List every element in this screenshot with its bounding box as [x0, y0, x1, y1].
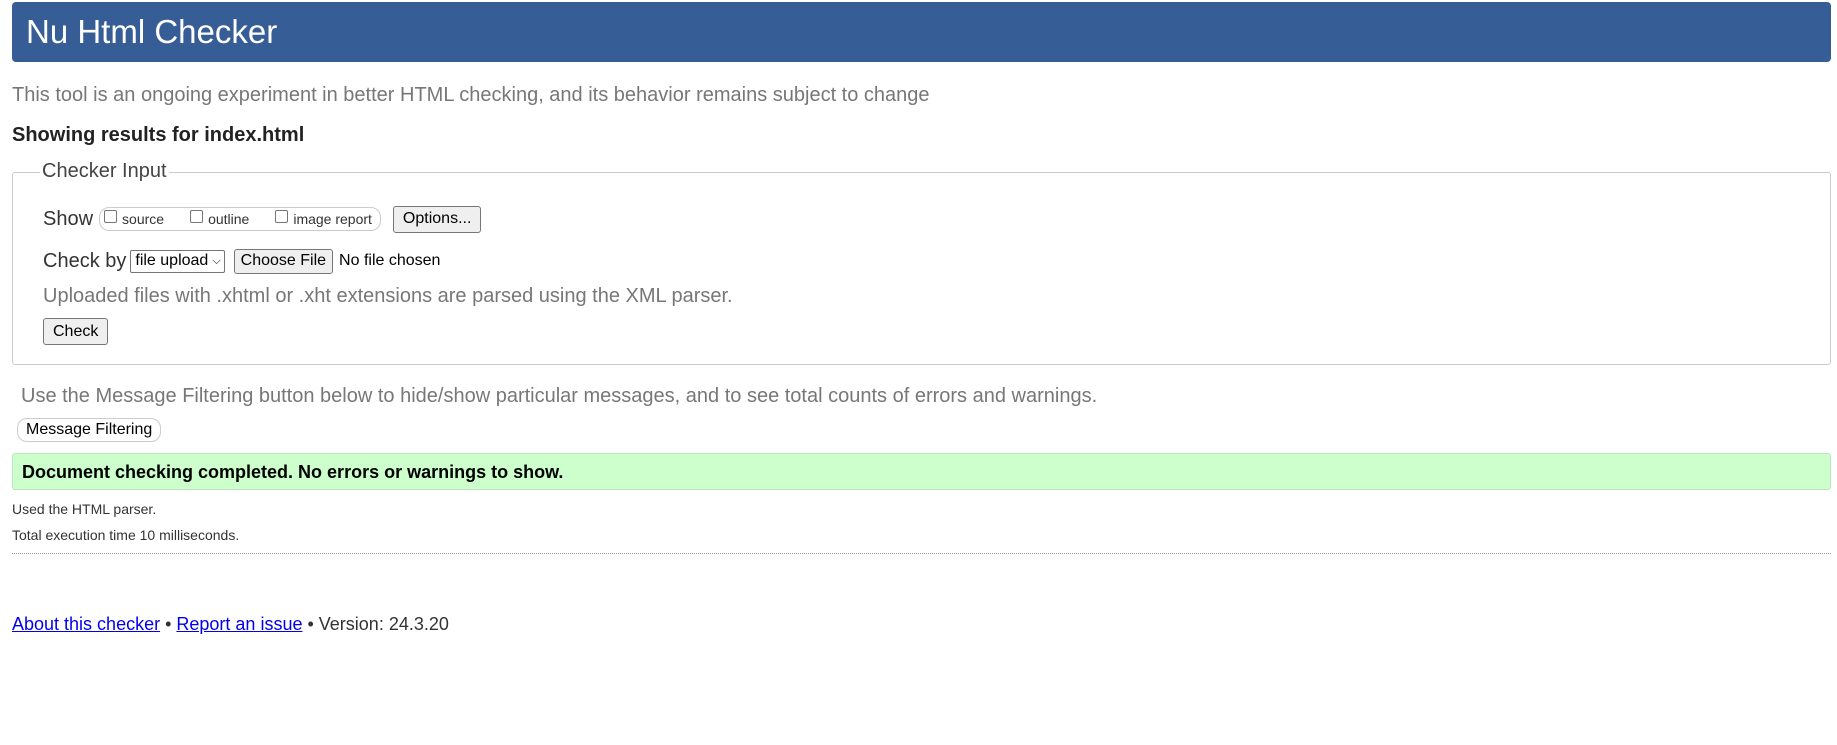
footer-divider: [12, 553, 1831, 554]
about-checker-link[interactable]: About this checker: [12, 614, 160, 635]
parser-info: Used the HTML parser.: [12, 501, 157, 517]
checker-input-legend: Checker Input: [40, 160, 169, 183]
page-title: Nu Html Checker: [26, 13, 278, 50]
intro-text: This tool is an ongoing experiment in be…: [12, 84, 930, 106]
show-image-report-option[interactable]: image report: [275, 209, 372, 227]
message-filtering-note: Use the Message Filtering button below t…: [21, 385, 1098, 407]
report-issue-link[interactable]: Report an issue: [176, 614, 302, 635]
source-label: source: [122, 211, 165, 227]
image-report-label: image report: [293, 211, 372, 227]
check-by-select[interactable]: file upload ⌵: [130, 249, 225, 273]
success-banner: Document checking completed. No errors o…: [12, 453, 1831, 490]
source-checkbox[interactable]: [104, 209, 118, 223]
show-source-option[interactable]: source: [104, 209, 165, 227]
footer: About this checker • Report an issue • V…: [12, 614, 449, 635]
page-header: Nu Html Checker: [12, 2, 1831, 62]
version-text: Version: 24.3.20: [318, 614, 449, 634]
check-by-value: file upload: [135, 252, 209, 269]
page: Nu Html Checker This tool is an ongoing …: [0, 0, 1837, 745]
show-label: Show: [43, 207, 94, 230]
xml-parser-note: Uploaded files with .xhtml or .xht exten…: [43, 285, 733, 307]
checker-input-fieldset: Checker Input Show source outline image …: [12, 160, 1831, 365]
check-button[interactable]: Check: [43, 318, 109, 345]
outline-label: outline: [208, 211, 250, 227]
show-row: Show source outline image report Options…: [43, 205, 482, 233]
footer-separator: •: [165, 614, 172, 634]
execution-time-info: Total execution time 10 milliseconds.: [12, 527, 240, 543]
results-heading: Showing results for index.html: [12, 124, 305, 146]
options-button[interactable]: Options...: [392, 205, 482, 233]
file-status: No file chosen: [339, 252, 441, 269]
outline-checkbox[interactable]: [190, 209, 204, 223]
check-by-row: Check by file upload ⌵ Choose File No fi…: [43, 247, 440, 275]
chevron-down-icon: ⌵: [212, 254, 221, 267]
image-report-checkbox[interactable]: [275, 209, 289, 223]
show-options-group: source outline image report: [99, 207, 381, 231]
success-message: Document checking completed. No errors o…: [22, 462, 564, 482]
choose-file-button[interactable]: Choose File: [233, 248, 334, 274]
footer-separator: •: [307, 614, 314, 634]
check-by-label: Check by: [43, 249, 127, 272]
message-filtering-button[interactable]: Message Filtering: [17, 418, 162, 442]
show-outline-option[interactable]: outline: [190, 209, 250, 227]
